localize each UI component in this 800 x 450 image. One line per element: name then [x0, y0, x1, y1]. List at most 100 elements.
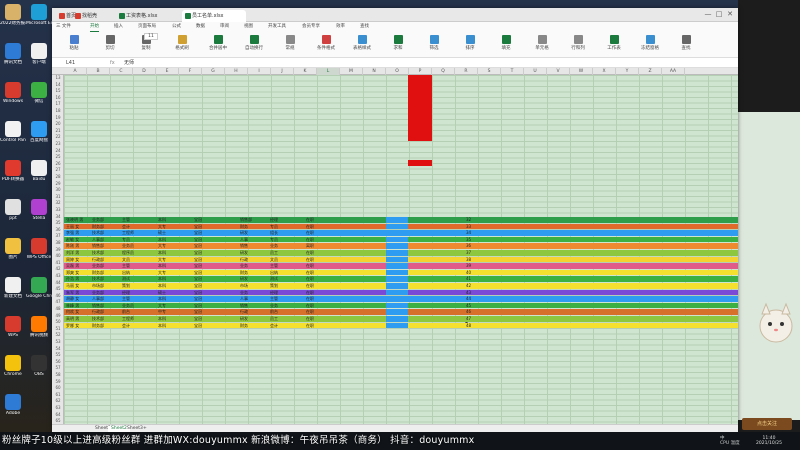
- ribbon-button[interactable]: 合并居中: [202, 35, 234, 51]
- row-header[interactable]: 40: [52, 253, 64, 260]
- window-tab[interactable]: 员工名单.xlsx: [182, 10, 246, 22]
- row-header[interactable]: 61: [52, 392, 64, 399]
- row-header[interactable]: 64: [52, 412, 64, 419]
- row-header[interactable]: 14: [52, 82, 64, 89]
- ribbon-tab[interactable]: 审阅: [220, 23, 229, 31]
- name-box[interactable]: L41: [66, 60, 96, 67]
- row-header[interactable]: 30: [52, 187, 64, 194]
- ribbon-tab[interactable]: 会员专享: [302, 23, 320, 31]
- minimize-button[interactable]: —: [704, 10, 712, 18]
- table-row[interactable]: 何欢 女 行政部 前台 中专 宝冠 行政 前台 在职 46: [64, 309, 738, 315]
- cells-area[interactable]: 张晓明 男业务部 主管 本科 宝冠 销售部 经理 在职 32 王丽 女财务部 会计 大专 宝冠 财务 专员…: [64, 75, 738, 424]
- row-header[interactable]: 26: [52, 161, 64, 168]
- column-header[interactable]: U: [524, 68, 547, 75]
- desktop-icon[interactable]: 2022财务报表: [0, 4, 26, 26]
- row-header[interactable]: 63: [52, 405, 64, 412]
- row-header[interactable]: 62: [52, 398, 64, 405]
- table-row[interactable]: 郑爽 女 财务部 出纳 大专 宝冠 财务 出纳 在职 40: [64, 269, 738, 276]
- ribbon-tab[interactable]: 开发工具: [268, 23, 286, 31]
- column-header[interactable]: C: [110, 68, 133, 75]
- window-tab[interactable]: 找稻壳: [72, 10, 114, 22]
- column-header[interactable]: Q: [432, 68, 455, 75]
- column-header[interactable]: H: [225, 68, 248, 75]
- follow-badge[interactable]: 点击关注: [742, 418, 792, 430]
- column-header[interactable]: D: [133, 68, 156, 75]
- clock[interactable]: 11:40 2021/10/25: [756, 436, 782, 446]
- desktop-icon[interactable]: Google Chrome: [26, 277, 52, 299]
- desktop-icon[interactable]: 腾讯文档: [0, 43, 26, 65]
- window-tab[interactable]: 首页: [56, 10, 76, 22]
- row-header[interactable]: 45: [52, 286, 64, 293]
- column-header[interactable]: M: [340, 68, 363, 75]
- ribbon-button[interactable]: 条件格式: [310, 35, 342, 51]
- ribbon-tab[interactable]: 视图: [244, 23, 253, 31]
- row-header[interactable]: 28: [52, 174, 64, 181]
- table-row[interactable]: 陈刚 男 销售部 业务员 大专 宝冠 销售 业务 离职 36: [64, 243, 738, 249]
- row-header[interactable]: 29: [52, 181, 64, 188]
- desktop-icon[interactable]: 百度网盘: [26, 121, 52, 143]
- ribbon-button[interactable]: 查找: [670, 35, 702, 51]
- table-row[interactable]: 刘洋 男 技术部 程序员 本科 宝冠 研发 员工 在职 37: [64, 250, 738, 256]
- row-header[interactable]: 48: [52, 306, 64, 313]
- ribbon-button[interactable]: 常规: [274, 35, 306, 51]
- table-row[interactable]: 赵敏 女 人事部 专员 本科 宝冠 人事 专员 在职 35: [64, 236, 738, 243]
- column-header[interactable]: P: [409, 68, 432, 75]
- column-header[interactable]: V: [547, 68, 570, 75]
- table-row[interactable]: 罗娜 女 财务部 会计 本科 宝冠 财务 会计 在职 48: [64, 322, 738, 329]
- desktop-icon[interactable]: 腾讯视频: [26, 316, 52, 338]
- row-header[interactable]: 31: [52, 194, 64, 201]
- table-row[interactable]: 吴磊 男 业务部 主管 本科 宝冠 业务 主管 在职 39: [64, 263, 738, 269]
- row-header[interactable]: 25: [52, 154, 64, 161]
- row-header[interactable]: 18: [52, 108, 64, 115]
- row-header[interactable]: 41: [52, 260, 64, 267]
- row-header[interactable]: 17: [52, 101, 64, 108]
- row-header[interactable]: 27: [52, 167, 64, 174]
- row-header[interactable]: 52: [52, 332, 64, 339]
- row-header[interactable]: 56: [52, 359, 64, 366]
- row-header[interactable]: 49: [52, 313, 64, 320]
- desktop-icon[interactable]: Windows: [0, 82, 26, 104]
- ribbon-button[interactable]: 表格样式: [346, 35, 378, 51]
- ribbon-button[interactable]: 排序: [454, 35, 486, 51]
- row-header[interactable]: 21: [52, 128, 64, 135]
- desktop-icon[interactable]: ppt: [0, 199, 26, 221]
- row-header[interactable]: 24: [52, 148, 64, 155]
- row-header[interactable]: 13: [52, 75, 64, 82]
- column-header[interactable]: E: [156, 68, 179, 75]
- desktop-icon[interactable]: Stella: [26, 199, 52, 221]
- desktop-icon[interactable]: 客户端: [26, 43, 52, 65]
- table-row[interactable]: 王丽 女 财务部 会计 大专 宝冠 财务 专员 在职 33: [64, 223, 738, 230]
- ribbon-button[interactable]: 单元格: [526, 35, 558, 51]
- system-tray[interactable]: 中 CPU 温度: [720, 436, 740, 446]
- window-tab[interactable]: 工资表格.xlsx: [116, 10, 180, 22]
- row-header[interactable]: 37: [52, 233, 64, 240]
- row-header[interactable]: 60: [52, 385, 64, 392]
- row-header[interactable]: 36: [52, 227, 64, 234]
- ribbon-tab[interactable]: 开始: [90, 23, 99, 32]
- table-row[interactable]: 高明 男 技术部 工程师 本科 宝冠 研发 员工 在职 47: [64, 316, 738, 322]
- ribbon-button[interactable]: 剪切: [94, 35, 126, 51]
- desktop-icon[interactable]: 微信: [26, 82, 52, 104]
- maximize-button[interactable]: □: [715, 10, 723, 18]
- row-header[interactable]: 32: [52, 200, 64, 207]
- row-header[interactable]: 19: [52, 115, 64, 122]
- formula-input[interactable]: 无师: [124, 60, 134, 67]
- column-header[interactable]: J: [271, 68, 294, 75]
- column-header[interactable]: G: [202, 68, 225, 75]
- desktop-icon[interactable]: Adobe: [0, 394, 26, 416]
- ribbon-tab[interactable]: 查找: [360, 23, 369, 31]
- row-header[interactable]: 33: [52, 207, 64, 214]
- column-header[interactable]: AA: [662, 68, 685, 75]
- table-row[interactable]: 周婷 女 行政部 文员 大专 宝冠 行政 文员 在职 38: [64, 256, 738, 263]
- row-header[interactable]: 50: [52, 319, 64, 326]
- column-header[interactable]: R: [455, 68, 478, 75]
- desktop-icon[interactable]: Chrome: [0, 355, 26, 377]
- row-header[interactable]: 16: [52, 95, 64, 102]
- row-header[interactable]: 57: [52, 365, 64, 372]
- ribbon-tab[interactable]: 三 文件: [56, 23, 71, 31]
- column-header[interactable]: X: [593, 68, 616, 75]
- ribbon-button[interactable]: 工作表: [598, 35, 630, 51]
- table-row[interactable]: 朱军 男 业务部 经理 硕士 宝冠 业务 经理 在职 43: [64, 289, 738, 296]
- ribbon-tab[interactable]: 插入: [114, 23, 123, 31]
- row-header[interactable]: 15: [52, 88, 64, 95]
